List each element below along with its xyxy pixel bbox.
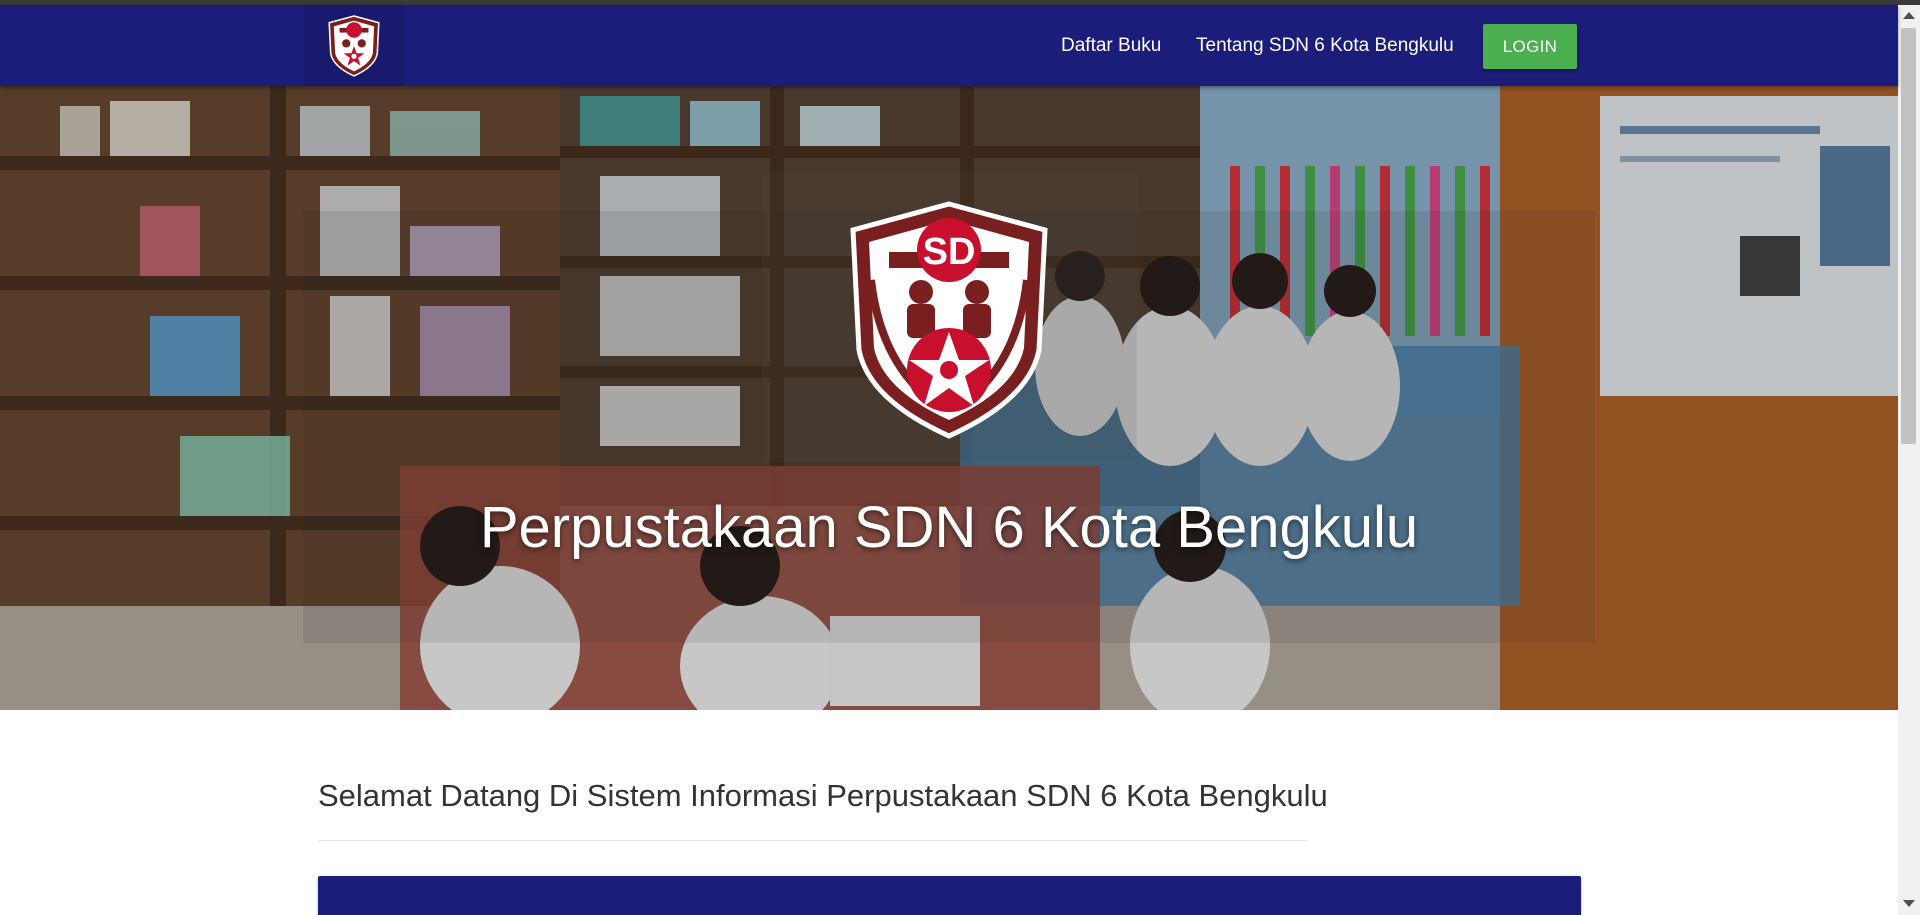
brand-logo[interactable] (304, 5, 404, 86)
hero-title: Perpustakaan SDN 6 Kota Bengkulu (479, 495, 1419, 560)
scrollbar-thumb[interactable] (1901, 28, 1916, 444)
scroll-up-arrow-icon[interactable] (1903, 12, 1915, 19)
navbar: Daftar Buku Tentang SDN 6 Kota Bengkulu … (0, 5, 1898, 86)
section-divider (318, 840, 1307, 841)
hero-banner: SD Perpustakaan SDN 6 Kota Bengkulu (0, 86, 1898, 710)
nav-link-tentang[interactable]: Tentang SDN 6 Kota Bengkulu (1196, 35, 1454, 57)
welcome-heading: Selamat Datang Di Sistem Informasi Perpu… (318, 778, 1328, 813)
login-button[interactable]: LOGIN (1483, 24, 1577, 69)
nav-link-daftar-buku[interactable]: Daftar Buku (1061, 35, 1161, 57)
scroll-down-arrow-icon[interactable] (1903, 900, 1915, 907)
content-card-header (318, 876, 1581, 915)
sd-school-emblem-icon (328, 14, 380, 77)
emblem-sd-text: SD (923, 231, 976, 273)
sd-school-emblem-icon: SD (850, 201, 1048, 439)
